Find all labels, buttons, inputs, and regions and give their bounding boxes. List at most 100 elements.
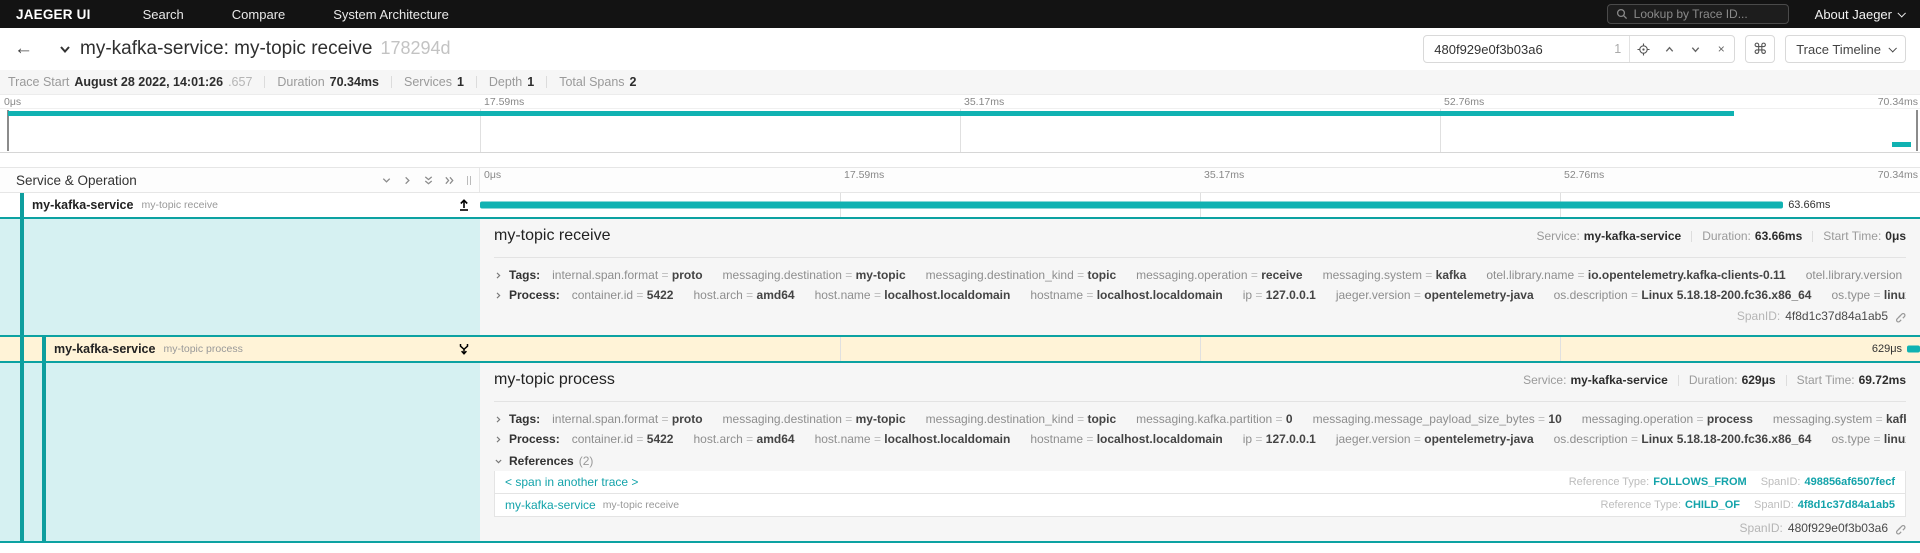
back-button[interactable]: ←: [14, 38, 44, 60]
detail-span-title: my-topic receive: [494, 227, 611, 244]
focus-span-button[interactable]: [1630, 36, 1656, 62]
span-bar[interactable]: [480, 201, 1784, 209]
key-value-item: messaging.destination = my-topic: [722, 412, 906, 426]
collapse-one-icon[interactable]: [381, 175, 392, 186]
key-value-item: os.description = Linux 5.18.18-200.fc36.…: [1553, 432, 1812, 446]
span-search-input[interactable]: [1424, 41, 1615, 57]
clear-search-button[interactable]: ×: [1708, 36, 1734, 62]
reference-row[interactable]: my-kafka-service my-topic receive Referen…: [494, 494, 1906, 517]
tick-label: 52.76ms: [1444, 96, 1485, 108]
nav-item-compare[interactable]: Compare: [232, 7, 285, 22]
process-row[interactable]: Process: container.id = 5422 host.arch = …: [494, 285, 1906, 305]
next-result-button[interactable]: [1682, 36, 1708, 62]
timeline-tick-labels: 0μs 17.59ms 35.17ms 52.76ms 70.34ms: [480, 168, 1920, 192]
viewport-left-handle[interactable]: [7, 110, 9, 151]
arrow-up-from-line-icon[interactable]: [458, 199, 470, 212]
span-search-box: 1 ×: [1423, 35, 1736, 63]
about-jaeger-menu[interactable]: About Jaeger: [1815, 7, 1906, 22]
link-icon[interactable]: [1893, 310, 1906, 323]
minimap-canvas[interactable]: [0, 108, 1920, 153]
key-value-item: host.arch = amd64: [693, 432, 795, 446]
key-value-item: messaging.destination_kind = topic: [925, 268, 1117, 282]
span-service-name[interactable]: my-kafka-service: [32, 198, 133, 212]
keyboard-shortcuts-button[interactable]: ⌘: [1745, 35, 1776, 63]
detail-meta-item: Start Time: 0μs: [1823, 229, 1906, 243]
key-value-item: ip = 127.0.0.1: [1242, 288, 1316, 302]
minimap-tick-labels: 0μs 17.59ms 35.17ms 52.76ms 70.34ms: [0, 95, 1920, 108]
trace-collapse-toggle[interactable]: [58, 42, 72, 56]
span-id-footer: SpanID: 480f929e0f3b03a6: [494, 519, 1906, 537]
external-trace-link[interactable]: < span in another trace >: [505, 475, 638, 489]
trace-id-lookup[interactable]: [1606, 4, 1789, 24]
key-value-item: otel.library.name = io.opentelemetry.kaf…: [1486, 268, 1786, 282]
key-value-item: os.description = Linux 5.18.18-200.fc36.…: [1553, 288, 1812, 302]
tick-label: 0μs: [484, 169, 502, 181]
span-operation-name: my-topic process: [163, 343, 243, 355]
span-detail-panel: my-topic receive Service: my-kafka-servic…: [0, 217, 1920, 337]
key-value-item: jaeger.version = opentelemetry-java: [1335, 288, 1534, 302]
span-row[interactable]: my-kafka-service my-topic process 629μs: [0, 337, 1920, 361]
key-value-item: hostname = localhost.localdomain: [1030, 432, 1223, 446]
summary-depth: Depth 1: [488, 75, 535, 89]
tags-row[interactable]: Tags: internal.span.format = proto messag…: [494, 265, 1906, 285]
fork-down-icon[interactable]: [458, 343, 470, 356]
page-title: my-kafka-service: my-topic receive 178294…: [80, 38, 451, 59]
detail-meta: Service: my-kafka-service Duration: 63.66ms…: [1536, 229, 1906, 243]
reference-type: FOLLOWS_FROM: [1653, 476, 1747, 488]
viewport-right-handle[interactable]: [1916, 110, 1918, 151]
tick-label: 0μs: [4, 96, 22, 108]
key-value-item: container.id = 5422: [571, 288, 674, 302]
chevron-right-icon: [494, 271, 502, 280]
tick-label: 70.34ms: [1877, 169, 1918, 181]
app-brand[interactable]: JAEGER UI: [16, 7, 91, 22]
key-value-item: messaging.destination = my-topic: [722, 268, 906, 282]
key-value-item: host.name = localhost.localdomain: [814, 288, 1011, 302]
reference-span-id: 498856af6507fecf: [1804, 476, 1895, 488]
process-row[interactable]: Process: container.id = 5422 host.arch = …: [494, 429, 1906, 449]
span-row[interactable]: my-kafka-service my-topic receive 63.66m…: [0, 193, 1920, 217]
collapse-all-icon[interactable]: [423, 175, 434, 186]
key-value-item: hostname = localhost.localdomain: [1030, 288, 1223, 302]
tick-label: 70.34ms: [1877, 96, 1918, 108]
link-icon[interactable]: [1893, 522, 1906, 535]
span-bar-track[interactable]: 63.66ms: [480, 193, 1920, 217]
tree-indent-guide: [20, 219, 24, 335]
expand-one-icon[interactable]: [402, 175, 413, 186]
chevron-down-icon: [1897, 9, 1906, 18]
key-value-item: messaging.message_payload_size_bytes = 1…: [1312, 412, 1562, 426]
key-value-item: messaging.kafka.partition = 0: [1136, 412, 1293, 426]
chevron-down-icon: [1888, 44, 1897, 53]
trace-minimap: 0μs 17.59ms 35.17ms 52.76ms 70.34ms: [0, 95, 1920, 153]
tick-label: 52.76ms: [1564, 169, 1605, 181]
key-value-item: internal.span.format = proto: [552, 412, 703, 426]
summary-services: Services 1: [404, 75, 464, 89]
expand-all-icon[interactable]: [444, 175, 455, 186]
references-toggle[interactable]: References (2): [494, 451, 1906, 471]
key-value-item: os.type = linux: [1831, 288, 1906, 302]
reference-type: CHILD_OF: [1685, 499, 1741, 511]
key-value-item: os.type = linux: [1831, 432, 1906, 446]
tick-label: 17.59ms: [844, 169, 885, 181]
span-detail-panel: my-topic process Service: my-kafka-servic…: [0, 361, 1920, 543]
prev-result-button[interactable]: [1656, 36, 1682, 62]
span-service-name[interactable]: my-kafka-service: [54, 342, 155, 356]
minimap-span-bar: [7, 111, 1734, 116]
nav-item-search[interactable]: Search: [143, 7, 184, 22]
span-bar[interactable]: [1907, 345, 1920, 353]
tags-row[interactable]: Tags: internal.span.format = proto messag…: [494, 409, 1906, 429]
tree-indent-guide: [20, 337, 24, 361]
nav-item-system-architecture[interactable]: System Architecture: [333, 7, 449, 22]
key-value-item: messaging.system = kafka: [1772, 412, 1906, 426]
reference-row[interactable]: < span in another trace > Reference Type…: [494, 471, 1906, 494]
detail-meta: Service: my-kafka-service Duration: 629μs St…: [1523, 373, 1906, 387]
span-bar-track[interactable]: 629μs: [480, 337, 1920, 361]
key-value-item: ip = 127.0.0.1: [1242, 432, 1316, 446]
detail-meta-item: Duration: 629μs: [1688, 373, 1776, 387]
reference-span-link[interactable]: my-kafka-service: [505, 498, 596, 512]
column-resizer[interactable]: [467, 175, 471, 185]
trace-view-dropdown[interactable]: Trace Timeline: [1785, 35, 1906, 63]
tree-indent-guide: [42, 337, 46, 361]
key-value-item: host.arch = amd64: [693, 288, 795, 302]
trace-id-lookup-input[interactable]: [1633, 7, 1780, 21]
chevron-right-icon: [494, 291, 502, 300]
